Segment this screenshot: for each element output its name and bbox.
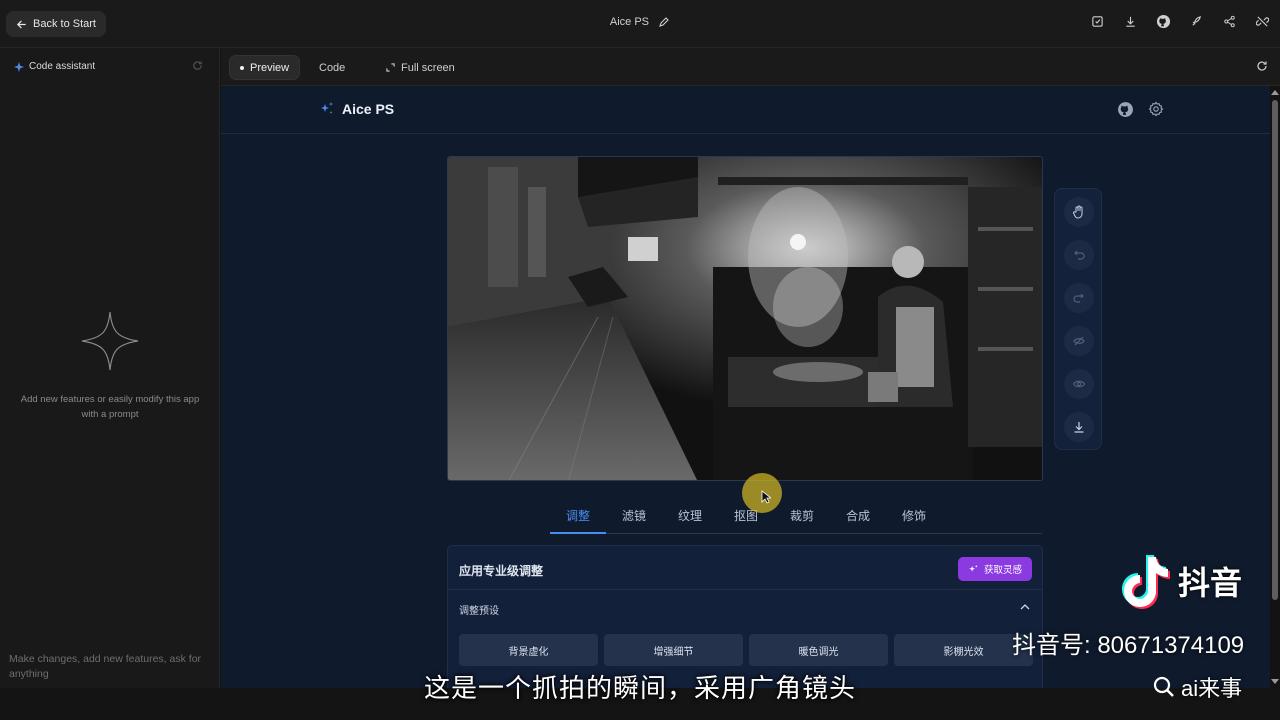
compare-icon[interactable]: [1064, 326, 1094, 356]
share-icon[interactable]: [1222, 14, 1237, 29]
preset-background-blur[interactable]: 背景虚化: [459, 634, 598, 666]
preset-warm-tone[interactable]: 暖色调光: [749, 634, 888, 666]
brand-name: Aice PS: [342, 101, 395, 117]
douyin-search-text: ai来事: [1181, 676, 1243, 701]
active-tab-underline: [550, 532, 606, 534]
image-canvas[interactable]: [447, 156, 1043, 481]
reload-icon[interactable]: [1256, 60, 1268, 72]
street-photo: [448, 157, 1042, 480]
save-icon[interactable]: [1090, 14, 1105, 29]
douyin-name: 抖音: [1178, 565, 1243, 601]
settings-icon[interactable]: [1148, 101, 1164, 117]
get-inspiration-button[interactable]: 获取灵感: [957, 557, 1032, 581]
douyin-logo-icon: [1122, 555, 1170, 609]
github-icon[interactable]: [1117, 101, 1134, 118]
presets-section-title: 调整预设: [459, 606, 499, 617]
edit-mode-tabs: 调整 滤镜 纹理 抠图 裁剪 合成 修饰: [550, 500, 1042, 534]
code-assistant-title: Code assistant: [29, 61, 96, 72]
tab-code[interactable]: Code: [309, 55, 355, 80]
magic-sparkle-icon: [321, 102, 333, 114]
redo-icon[interactable]: [1064, 283, 1094, 313]
tab-texture[interactable]: 纹理: [662, 507, 718, 524]
tab-retouch[interactable]: 修饰: [886, 507, 942, 524]
tab-preview[interactable]: Preview: [229, 55, 301, 80]
eye-icon[interactable]: [1064, 369, 1094, 399]
sparkle-icon: [81, 311, 139, 371]
tool-rail: [1054, 188, 1102, 450]
preset-enhance-detail[interactable]: 增强细节: [604, 634, 743, 666]
adjustment-panel: 应用专业级调整 获取灵感 调整预设 背景虚化 增强细节 暖色调光 影棚光效: [447, 545, 1043, 688]
download-icon[interactable]: [1123, 14, 1138, 29]
get-inspiration-label: 获取灵感: [983, 565, 1022, 576]
code-assistant-header: Code assistant: [14, 61, 95, 72]
tab-crop[interactable]: 裁剪: [774, 507, 830, 524]
preview-scrollbar[interactable]: [1270, 86, 1280, 688]
panel-title: 应用专业级调整: [459, 564, 544, 578]
empty-state-text: Add new features or easily modify this a…: [20, 394, 200, 420]
tab-composite[interactable]: 合成: [830, 507, 886, 524]
github-icon[interactable]: [1156, 14, 1171, 29]
mouse-pointer-icon: [761, 490, 771, 504]
tab-fullscreen[interactable]: Full screen: [376, 55, 465, 80]
sparkle-icon: [969, 564, 978, 572]
douyin-search: ai来事: [1153, 671, 1242, 703]
expand-icon: [386, 63, 395, 72]
project-title: Aice PS: [0, 16, 1280, 28]
tab-adjust[interactable]: 调整: [550, 507, 606, 524]
tab-filter[interactable]: 滤镜: [606, 507, 662, 524]
preview-tab-bar: Preview Code Full screen: [221, 48, 1280, 86]
preset-list: 背景虚化 增强细节 暖色调光 影棚光效: [459, 634, 1033, 666]
top-bar: Back to Start Aice PS: [0, 0, 1280, 48]
active-dot-icon: [240, 65, 244, 70]
douyin-watermark: 抖音: [1118, 553, 1242, 609]
douyin-id: 抖音号: 80671374109: [1012, 632, 1245, 659]
presets-section-header[interactable]: 调整预设: [448, 589, 1042, 625]
tab-preview-label: Preview: [250, 61, 290, 74]
code-assistant-panel: Code assistant Add new features or easil…: [0, 48, 220, 688]
scroll-up-icon[interactable]: [1271, 90, 1279, 95]
refresh-icon[interactable]: [192, 60, 203, 71]
project-title-text: Aice PS: [609, 16, 650, 28]
sparkle-icon: [14, 61, 24, 72]
download-icon[interactable]: [1064, 412, 1094, 442]
undo-icon[interactable]: [1064, 240, 1094, 270]
rocket-icon[interactable]: [1189, 14, 1204, 29]
search-icon: [1153, 676, 1174, 697]
top-actions: [1090, 14, 1270, 29]
brand: Aice PS: [319, 101, 394, 117]
link-off-icon[interactable]: [1255, 14, 1270, 29]
scroll-thumb[interactable]: [1272, 100, 1278, 600]
tab-code-label: Code: [319, 61, 346, 74]
pan-hand-icon[interactable]: [1064, 197, 1094, 227]
app-preview: Aice PS 调整 滤镜 纹理 抠图 裁剪 合成 修饰 应用专业级调整 获取灵…: [221, 86, 1270, 688]
app-header-actions: [1117, 101, 1164, 118]
tab-fullscreen-label: Full screen: [401, 61, 455, 74]
chevron-up-icon: [1020, 604, 1030, 610]
video-subtitle: 这是一个抓拍的瞬间，采用广角镜头: [423, 673, 856, 703]
app-header: Aice PS: [221, 86, 1270, 134]
pencil-icon[interactable]: [658, 16, 670, 28]
